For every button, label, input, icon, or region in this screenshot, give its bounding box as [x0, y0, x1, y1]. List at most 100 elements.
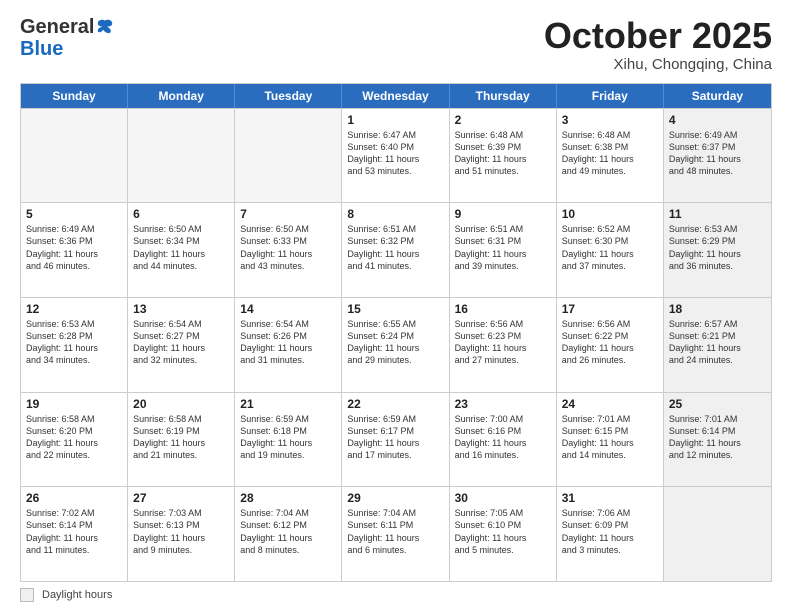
day-number: 31	[562, 491, 658, 505]
legend-box	[20, 588, 34, 602]
day-detail: Sunrise: 7:01 AM Sunset: 6:15 PM Dayligh…	[562, 413, 658, 462]
day-number: 5	[26, 207, 122, 221]
calendar-cell: 9 Sunrise: 6:51 AM Sunset: 6:31 PM Daylig…	[450, 203, 557, 297]
day-number: 3	[562, 113, 658, 127]
day-number: 25	[669, 397, 766, 411]
day-number: 9	[455, 207, 551, 221]
day-detail: Sunrise: 7:01 AM Sunset: 6:14 PM Dayligh…	[669, 413, 766, 462]
day-number: 15	[347, 302, 443, 316]
calendar-cell: 12 Sunrise: 6:53 AM Sunset: 6:28 PM Dayli…	[21, 298, 128, 392]
day-detail: Sunrise: 7:04 AM Sunset: 6:11 PM Dayligh…	[347, 507, 443, 556]
calendar-cell: 11 Sunrise: 6:53 AM Sunset: 6:29 PM Dayli…	[664, 203, 771, 297]
day-detail: Sunrise: 7:05 AM Sunset: 6:10 PM Dayligh…	[455, 507, 551, 556]
day-number: 12	[26, 302, 122, 316]
day-number: 21	[240, 397, 336, 411]
day-detail: Sunrise: 6:52 AM Sunset: 6:30 PM Dayligh…	[562, 223, 658, 272]
calendar-cell: 18 Sunrise: 6:57 AM Sunset: 6:21 PM Dayli…	[664, 298, 771, 392]
header-day: Thursday	[450, 84, 557, 108]
calendar-cell: 26Sunrise: 7:02 AM Sunset: 6:14 PM Dayli…	[21, 487, 128, 581]
calendar-cell: 29Sunrise: 7:04 AM Sunset: 6:11 PM Dayli…	[342, 487, 449, 581]
legend-label: Daylight hours	[42, 589, 112, 601]
calendar-cell: 19 Sunrise: 6:58 AM Sunset: 6:20 PM Dayli…	[21, 393, 128, 487]
day-detail: Sunrise: 7:04 AM Sunset: 6:12 PM Dayligh…	[240, 507, 336, 556]
header-day: Monday	[128, 84, 235, 108]
day-detail: Sunrise: 7:06 AM Sunset: 6:09 PM Dayligh…	[562, 507, 658, 556]
day-detail: Sunrise: 6:53 AM Sunset: 6:29 PM Dayligh…	[669, 223, 766, 272]
calendar-cell: 4Sunrise: 6:49 AM Sunset: 6:37 PM Daylig…	[664, 109, 771, 203]
day-detail: Sunrise: 6:47 AM Sunset: 6:40 PM Dayligh…	[347, 129, 443, 178]
day-number: 11	[669, 207, 766, 221]
calendar-cell: 25 Sunrise: 7:01 AM Sunset: 6:14 PM Dayli…	[664, 393, 771, 487]
day-detail: Sunrise: 6:59 AM Sunset: 6:17 PM Dayligh…	[347, 413, 443, 462]
logo-blue: Blue	[20, 38, 63, 61]
header-day: Saturday	[664, 84, 771, 108]
calendar-cell	[235, 109, 342, 203]
day-number: 10	[562, 207, 658, 221]
day-detail: Sunrise: 6:59 AM Sunset: 6:18 PM Dayligh…	[240, 413, 336, 462]
day-detail: Sunrise: 6:54 AM Sunset: 6:26 PM Dayligh…	[240, 318, 336, 367]
calendar-row: 26Sunrise: 7:02 AM Sunset: 6:14 PM Dayli…	[21, 486, 771, 581]
calendar-row: 12 Sunrise: 6:53 AM Sunset: 6:28 PM Dayli…	[21, 297, 771, 392]
calendar-cell: 15 Sunrise: 6:55 AM Sunset: 6:24 PM Dayli…	[342, 298, 449, 392]
header-day: Wednesday	[342, 84, 449, 108]
calendar-cell: 8Sunrise: 6:51 AM Sunset: 6:32 PM Daylig…	[342, 203, 449, 297]
day-detail: Sunrise: 7:03 AM Sunset: 6:13 PM Dayligh…	[133, 507, 229, 556]
day-number: 8	[347, 207, 443, 221]
title-block: October 2025 Xihu, Chongqing, China	[544, 16, 772, 73]
calendar-cell: 21 Sunrise: 6:59 AM Sunset: 6:18 PM Dayli…	[235, 393, 342, 487]
calendar-cell: 7Sunrise: 6:50 AM Sunset: 6:33 PM Daylig…	[235, 203, 342, 297]
day-detail: Sunrise: 6:56 AM Sunset: 6:23 PM Dayligh…	[455, 318, 551, 367]
day-detail: Sunrise: 6:48 AM Sunset: 6:39 PM Dayligh…	[455, 129, 551, 178]
day-detail: Sunrise: 6:50 AM Sunset: 6:34 PM Dayligh…	[133, 223, 229, 272]
day-number: 2	[455, 113, 551, 127]
day-number: 17	[562, 302, 658, 316]
logo-general: General	[20, 16, 94, 38]
day-number: 26	[26, 491, 122, 505]
day-detail: Sunrise: 6:54 AM Sunset: 6:27 PM Dayligh…	[133, 318, 229, 367]
day-number: 7	[240, 207, 336, 221]
day-number: 4	[669, 113, 766, 127]
calendar-body: 1Sunrise: 6:47 AM Sunset: 6:40 PM Daylig…	[21, 108, 771, 581]
day-number: 30	[455, 491, 551, 505]
calendar-cell: 2 Sunrise: 6:48 AM Sunset: 6:39 PM Daylig…	[450, 109, 557, 203]
calendar-cell: 1Sunrise: 6:47 AM Sunset: 6:40 PM Daylig…	[342, 109, 449, 203]
calendar-cell	[21, 109, 128, 203]
day-number: 28	[240, 491, 336, 505]
month-title: October 2025	[544, 16, 772, 56]
calendar-cell: 6 Sunrise: 6:50 AM Sunset: 6:34 PM Daylig…	[128, 203, 235, 297]
calendar-cell: 28 Sunrise: 7:04 AM Sunset: 6:12 PM Dayli…	[235, 487, 342, 581]
day-number: 18	[669, 302, 766, 316]
calendar-cell: 31 Sunrise: 7:06 AM Sunset: 6:09 PM Dayli…	[557, 487, 664, 581]
day-detail: Sunrise: 6:56 AM Sunset: 6:22 PM Dayligh…	[562, 318, 658, 367]
day-detail: Sunrise: 6:58 AM Sunset: 6:20 PM Dayligh…	[26, 413, 122, 462]
day-detail: Sunrise: 6:53 AM Sunset: 6:28 PM Dayligh…	[26, 318, 122, 367]
logo-bird-icon	[96, 18, 114, 36]
day-number: 6	[133, 207, 229, 221]
day-detail: Sunrise: 6:55 AM Sunset: 6:24 PM Dayligh…	[347, 318, 443, 367]
day-detail: Sunrise: 7:00 AM Sunset: 6:16 PM Dayligh…	[455, 413, 551, 462]
header-day: Friday	[557, 84, 664, 108]
day-number: 14	[240, 302, 336, 316]
calendar-cell: 10 Sunrise: 6:52 AM Sunset: 6:30 PM Dayli…	[557, 203, 664, 297]
calendar-cell	[128, 109, 235, 203]
footer: Daylight hours	[20, 588, 772, 602]
calendar-cell: 16 Sunrise: 6:56 AM Sunset: 6:23 PM Dayli…	[450, 298, 557, 392]
logo: General Blue	[20, 16, 114, 61]
day-number: 16	[455, 302, 551, 316]
day-number: 19	[26, 397, 122, 411]
day-detail: Sunrise: 6:58 AM Sunset: 6:19 PM Dayligh…	[133, 413, 229, 462]
calendar-cell: 22 Sunrise: 6:59 AM Sunset: 6:17 PM Dayli…	[342, 393, 449, 487]
day-detail: Sunrise: 6:51 AM Sunset: 6:31 PM Dayligh…	[455, 223, 551, 272]
calendar-row: 1Sunrise: 6:47 AM Sunset: 6:40 PM Daylig…	[21, 108, 771, 203]
day-detail: Sunrise: 6:57 AM Sunset: 6:21 PM Dayligh…	[669, 318, 766, 367]
calendar-cell: 20 Sunrise: 6:58 AM Sunset: 6:19 PM Dayli…	[128, 393, 235, 487]
calendar-cell	[664, 487, 771, 581]
day-number: 22	[347, 397, 443, 411]
subtitle: Xihu, Chongqing, China	[544, 56, 772, 73]
day-number: 20	[133, 397, 229, 411]
calendar-cell: 3Sunrise: 6:48 AM Sunset: 6:38 PM Daylig…	[557, 109, 664, 203]
calendar-row: 19 Sunrise: 6:58 AM Sunset: 6:20 PM Dayli…	[21, 392, 771, 487]
header: General Blue October 2025 Xihu, Chongqin…	[20, 16, 772, 73]
calendar-cell: 14 Sunrise: 6:54 AM Sunset: 6:26 PM Dayli…	[235, 298, 342, 392]
day-number: 27	[133, 491, 229, 505]
